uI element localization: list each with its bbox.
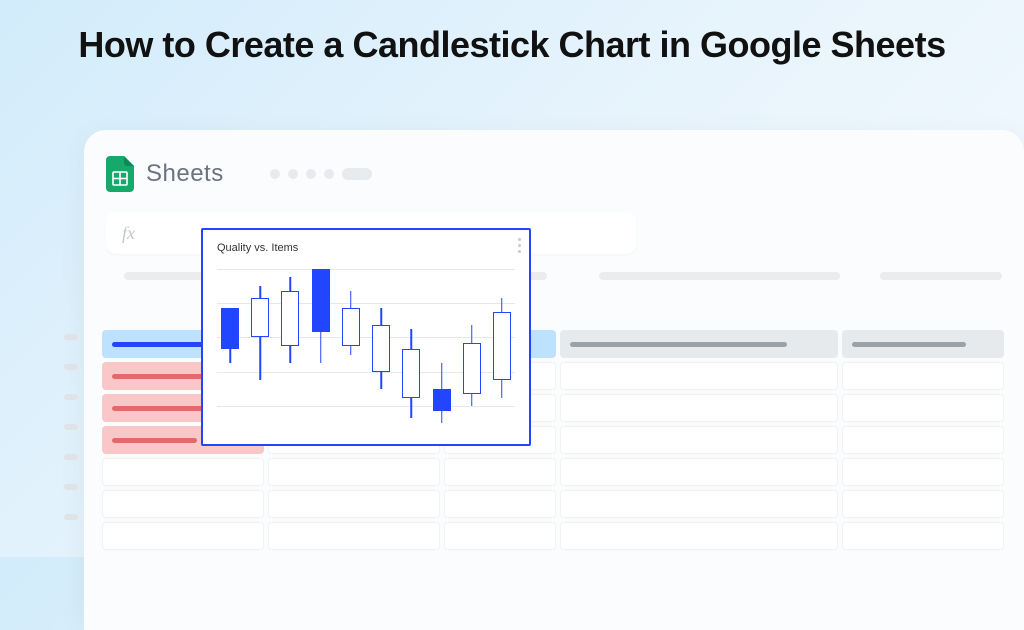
app-header: Sheets <box>106 154 1002 194</box>
candlestick <box>251 260 269 432</box>
table-row <box>102 458 1024 486</box>
toolbar-placeholder-icons <box>270 168 372 180</box>
page-title: How to Create a Candlestick Chart in Goo… <box>0 0 1024 67</box>
row-number-gutter <box>64 334 78 520</box>
candlestick <box>221 260 239 432</box>
app-name: Sheets <box>146 160 224 188</box>
formula-bar-label: fx <box>122 223 135 244</box>
table-row <box>102 522 1024 550</box>
kebab-menu-icon[interactable] <box>518 238 521 253</box>
candlestick-chart-card[interactable]: Quality vs. Items <box>201 228 531 446</box>
candlestick <box>433 260 451 432</box>
candlestick <box>493 260 511 432</box>
candlestick <box>463 260 481 432</box>
chart-title: Quality vs. Items <box>217 242 515 254</box>
chart-plot-area <box>217 260 515 432</box>
table-row <box>102 490 1024 518</box>
candlestick <box>281 260 299 432</box>
candlestick <box>342 260 360 432</box>
candlestick <box>372 260 390 432</box>
sheets-icon <box>106 156 134 192</box>
candlestick <box>312 260 330 432</box>
candlestick <box>402 260 420 432</box>
